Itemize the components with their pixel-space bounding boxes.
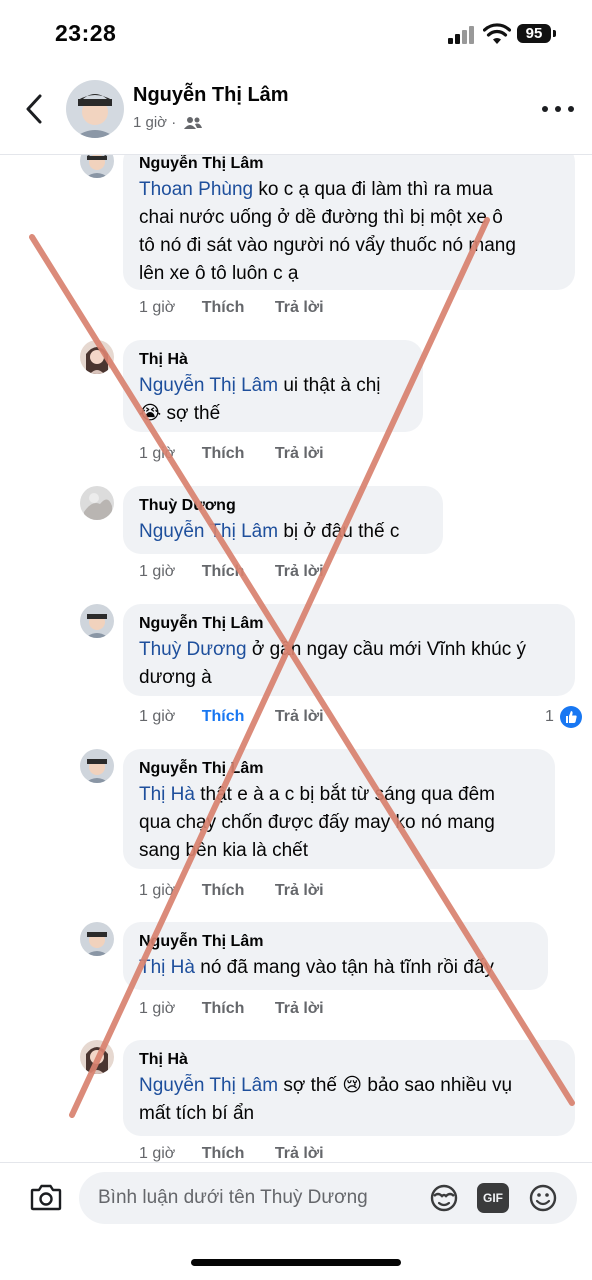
comment-time: 1 giờ — [139, 1000, 176, 1017]
avatar[interactable] — [80, 604, 114, 638]
comment-composer: Bình luận dưới tên Thuỳ Dương GIF — [0, 1162, 592, 1233]
comment-placeholder: Bình luận dưới tên Thuỳ Dương — [98, 1187, 368, 1208]
sad-emoji: 😢 — [342, 1075, 363, 1096]
reply-button[interactable]: Trả lời — [275, 1145, 324, 1162]
mention-link[interactable]: Nguyễn Thị Lâm — [139, 375, 278, 396]
comment-text: Nguyễn Thị Lâm bị ở đâu thế c — [139, 521, 400, 542]
post-header: Nguyễn Thị Lâm 1 giờ · — [0, 62, 592, 155]
comment-author[interactable]: Nguyễn Thị Lâm — [139, 154, 559, 174]
comment-bubble[interactable]: Nguyễn Thị Lâm Thị Hà thật e à a c bị bắ… — [123, 749, 555, 869]
status-bar: 23:28 95 — [0, 0, 592, 62]
comment-time: 1 giờ — [139, 445, 176, 462]
mention-link[interactable]: Nguyễn Thị Lâm — [139, 521, 278, 542]
comment-bubble[interactable]: Nguyễn Thị Lâm Thị Hà nó đã mang vào tận… — [123, 922, 548, 990]
comment-text: Nguyễn Thị Lâm sợ thế 😢 bảo sao nhiều vụ… — [139, 1075, 513, 1124]
mention-link[interactable]: Thoan Phùng — [139, 179, 253, 200]
comment-input[interactable]: Bình luận dưới tên Thuỳ Dương GIF — [79, 1172, 577, 1224]
cellular-signal-icon — [448, 26, 476, 44]
mention-link[interactable]: Thuỳ Dương — [139, 639, 247, 660]
reply-button[interactable]: Trả lời — [275, 445, 324, 462]
reply-button[interactable]: Trả lời — [275, 299, 324, 316]
avatar[interactable] — [80, 1040, 114, 1074]
like-button[interactable]: Thích — [202, 1000, 245, 1017]
like-button[interactable]: Thích — [202, 882, 245, 899]
like-button[interactable]: Thích — [202, 1145, 245, 1162]
status-time: 23:28 — [55, 20, 117, 46]
more-options-icon[interactable] — [542, 104, 574, 114]
reply-button[interactable]: Trả lời — [275, 1000, 324, 1017]
wifi-icon — [483, 23, 511, 44]
comment-text: Thị Hà nó đã mang vào tận hà tĩnh rồi đấ… — [139, 957, 494, 978]
comment-author[interactable]: Nguyễn Thị Lâm — [139, 614, 559, 634]
crying-emoji: 😭 — [139, 403, 162, 424]
battery-nub — [553, 30, 556, 37]
comment-bubble[interactable]: Thị Hà Nguyễn Thị Lâm sợ thế 😢 bảo sao n… — [123, 1040, 575, 1136]
avatar-sticker-icon[interactable] — [428, 1182, 460, 1214]
comment-text: Thuỳ Dương ở gần ngay cầu mới Vĩnh khúc … — [139, 639, 527, 688]
comment-text: Thị Hà thật e à a c bị bắt từ sáng qua đ… — [139, 784, 495, 861]
comment-time: 1 giờ — [139, 563, 176, 580]
reaction-count[interactable]: 1 — [545, 708, 554, 726]
like-button[interactable]: Thích — [202, 445, 245, 462]
mention-link[interactable]: Thị Hà — [139, 784, 195, 805]
like-button[interactable]: Thích — [202, 708, 245, 725]
comment-author[interactable]: Thị Hà — [139, 1050, 559, 1070]
avatar[interactable] — [80, 922, 114, 956]
comment-author[interactable]: Nguyễn Thị Lâm — [139, 759, 539, 779]
comment-author[interactable]: Nguyễn Thị Lâm — [139, 932, 532, 952]
comment-actions: 1 giờ Thích Trả lời — [139, 1145, 324, 1162]
comment-actions: 1 giờ Thích Trả lời — [139, 708, 324, 726]
comment-text: Thoan Phùng ko c ạ qua đi làm thì ra mua… — [139, 179, 516, 284]
emoji-icon[interactable] — [527, 1182, 559, 1214]
comment-actions: 1 giờ Thích Trả lời — [139, 882, 324, 900]
comment-text: Nguyễn Thị Lâm ui thật à chị 😭 sợ thế — [139, 375, 381, 424]
post-author-name[interactable]: Nguyễn Thị Lâm — [133, 84, 289, 107]
comment-author[interactable]: Thuỳ Dương — [139, 496, 427, 516]
meta-separator: · — [171, 114, 177, 131]
like-button[interactable]: Thích — [202, 299, 245, 316]
reply-button[interactable]: Trả lời — [275, 708, 324, 725]
comment-time: 1 giờ — [139, 882, 176, 899]
comment-bubble[interactable]: Nguyễn Thị Lâm Thuỳ Dương ở gần ngay cầu… — [123, 604, 575, 696]
avatar[interactable] — [66, 80, 124, 138]
mention-link[interactable]: Nguyễn Thị Lâm — [139, 1075, 278, 1096]
comment-bubble[interactable]: Nguyễn Thị Lâm Thoan Phùng ko c ạ qua đi… — [123, 144, 575, 290]
comment-actions: 1 giờ Thích Trả lời — [139, 563, 324, 581]
like-reaction-icon[interactable] — [560, 706, 582, 728]
comment-actions: 1 giờ Thích Trả lời — [139, 445, 324, 463]
friends-audience-icon — [184, 117, 203, 130]
home-indicator[interactable] — [191, 1259, 401, 1266]
battery-indicator: 95 — [517, 24, 551, 43]
reply-button[interactable]: Trả lời — [275, 563, 324, 580]
avatar[interactable] — [80, 340, 114, 374]
reply-button[interactable]: Trả lời — [275, 882, 324, 899]
avatar[interactable] — [80, 749, 114, 783]
mention-link[interactable]: Thị Hà — [139, 957, 195, 978]
camera-icon[interactable] — [30, 1183, 62, 1211]
comment-thread[interactable]: Nguyễn Thị Lâm Thoan Phùng ko c ạ qua đi… — [0, 62, 592, 1162]
comment-actions: 1 giờ Thích Trả lời — [139, 1000, 324, 1018]
comment-bubble[interactable]: Thuỳ Dương Nguyễn Thị Lâm bị ở đâu thế c — [123, 486, 443, 554]
comment-time: 1 giờ — [139, 708, 176, 725]
like-button[interactable]: Thích — [202, 563, 245, 580]
back-arrow-icon[interactable] — [20, 92, 48, 126]
post-meta: 1 giờ · — [133, 114, 203, 131]
gif-button[interactable]: GIF — [477, 1183, 509, 1213]
avatar[interactable] — [80, 486, 114, 520]
post-time: 1 giờ — [133, 114, 168, 131]
comment-bubble[interactable]: Thị Hà Nguyễn Thị Lâm ui thật à chị 😭 sợ… — [123, 340, 423, 432]
comment-actions: 1 giờ Thích Trả lời — [139, 299, 324, 317]
comment-time: 1 giờ — [139, 1145, 176, 1162]
comment-time: 1 giờ — [139, 299, 176, 316]
comment-author[interactable]: Thị Hà — [139, 350, 407, 370]
